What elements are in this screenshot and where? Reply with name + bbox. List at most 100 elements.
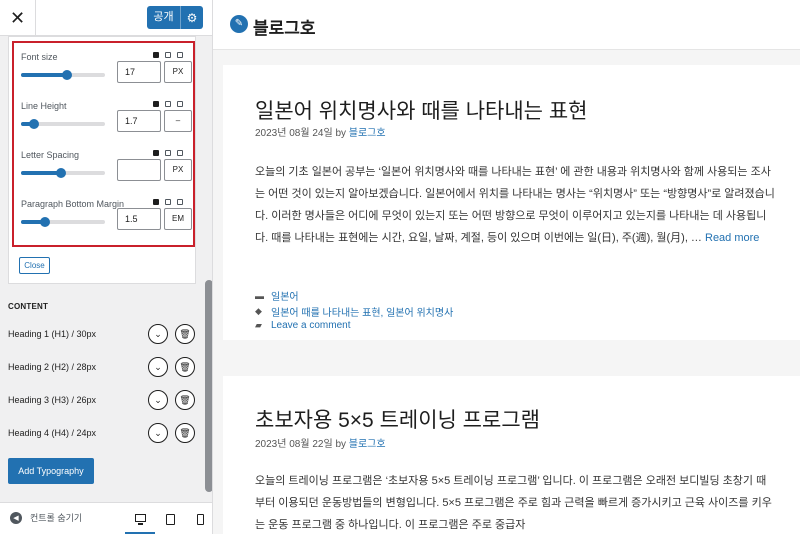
post-by: by <box>335 128 346 139</box>
post-title[interactable]: 일본어 위치명사와 때를 나타내는 표현 <box>255 95 587 125</box>
post-category: ▬ 일본어 <box>255 288 299 304</box>
unit-select[interactable]: PX <box>164 61 192 83</box>
mobile-icon[interactable] <box>177 199 183 205</box>
tablet-icon[interactable] <box>165 101 171 107</box>
post-card: 초보자용 5×5 트레이닝 프로그램 2023년 08월 22일 by 블로그호… <box>223 376 800 534</box>
tablet-icon[interactable] <box>165 52 171 58</box>
trash-icon[interactable]: 🗑 <box>175 423 195 443</box>
post-by: by <box>335 439 346 450</box>
slider-handle[interactable] <box>28 119 39 129</box>
site-header: ✎ 블로그호 <box>213 0 800 50</box>
unit-select[interactable]: PX <box>164 159 192 181</box>
device-switcher[interactable] <box>153 52 183 58</box>
heading-label: Heading 1 (H1) / 30px <box>8 329 97 339</box>
tablet-preview-button[interactable] <box>155 503 185 534</box>
device-switcher[interactable] <box>153 199 183 205</box>
chevron-down-icon[interactable]: ⌄ <box>148 357 168 377</box>
heading-row: Heading 3 (H3) / 26px ⌄ 🗑 <box>8 390 198 412</box>
publish-label[interactable]: 공개 <box>147 6 181 29</box>
letter-spacing-input[interactable] <box>117 159 161 181</box>
chevron-down-icon[interactable]: ⌄ <box>148 324 168 344</box>
excerpt-text: 오늘의 기초 일본어 공부는 ‘일본어 위치명사와 때를 나타내는 표현’ 에 … <box>255 166 775 244</box>
post-author[interactable]: 블로그호 <box>349 439 386 450</box>
font-size-slider[interactable] <box>21 70 105 80</box>
mobile-preview-button[interactable] <box>185 503 212 534</box>
heading-label: Heading 3 (H3) / 26px <box>8 395 97 405</box>
site-preview: ✎ 블로그호 일본어 위치명사와 때를 나타내는 표현 2023년 08월 24… <box>213 0 800 534</box>
post-meta: 2023년 08월 22일 by 블로그호 <box>255 435 386 450</box>
heading-row: Heading 1 (H1) / 30px ⌄ 🗑 <box>8 324 198 346</box>
heading-row: Heading 2 (H2) / 28px ⌄ 🗑 <box>8 357 198 379</box>
desktop-icon[interactable] <box>153 101 159 107</box>
slider-handle[interactable] <box>39 217 50 227</box>
letter-spacing-slider[interactable] <box>21 168 105 178</box>
customizer-sidebar: ✕ 공개 ⚙ Font size 17 PX Line Height 1.7 –… <box>0 0 213 534</box>
post-author[interactable]: 블로그호 <box>349 128 386 139</box>
category-link[interactable]: 일본어 <box>271 288 299 303</box>
add-typography-button[interactable]: Add Typography <box>8 458 94 484</box>
post-excerpt: 오늘의 트레이닝 프로그램은 ‘초보자용 5×5 트레이닝 프로그램’ 입니다.… <box>255 475 772 531</box>
tablet-icon[interactable] <box>165 150 171 156</box>
heading-label: Heading 2 (H2) / 28px <box>8 362 97 372</box>
paragraph-margin-slider[interactable] <box>21 217 105 227</box>
device-switcher[interactable] <box>153 150 183 156</box>
control-label: Letter Spacing <box>21 150 80 160</box>
line-height-slider[interactable] <box>21 119 105 129</box>
post-excerpt: 오늘의 기초 일본어 공부는 ‘일본어 위치명사와 때를 나타내는 표현’ 에 … <box>255 161 775 249</box>
control-label: Font size <box>21 52 58 62</box>
mobile-icon[interactable] <box>177 150 183 156</box>
collapse-arrow-icon[interactable]: ◀ <box>10 511 22 524</box>
hide-controls-button[interactable]: ◀ 컨트롤 숨기기 <box>10 511 82 524</box>
post-meta: 2023년 08월 24일 by 블로그호 <box>255 124 386 139</box>
post-date[interactable]: 2023년 08월 24일 <box>255 128 333 139</box>
publish-button[interactable]: 공개 ⚙ <box>147 6 203 29</box>
chevron-down-icon[interactable]: ⌄ <box>148 390 168 410</box>
device-switcher[interactable] <box>153 101 183 107</box>
control-label: Paragraph Bottom Margin <box>21 199 125 209</box>
font-size-input[interactable]: 17 <box>117 61 161 83</box>
heading-label: Heading 4 (H4) / 24px <box>8 428 97 438</box>
hide-controls-label[interactable]: 컨트롤 숨기기 <box>30 511 82 524</box>
trash-icon[interactable]: 🗑 <box>175 324 195 344</box>
unit-select[interactable]: – <box>164 110 192 132</box>
chevron-down-icon[interactable]: ⌄ <box>148 423 168 443</box>
post-card: 일본어 위치명사와 때를 나타내는 표현 2023년 08월 24일 by 블로… <box>223 65 800 340</box>
edit-pencil-icon[interactable]: ✎ <box>230 15 248 33</box>
tag-icon: ◆ <box>255 306 262 316</box>
read-more-link[interactable]: Read more <box>705 232 759 244</box>
slider-fill <box>21 171 62 175</box>
scrollbar-thumb[interactable] <box>205 280 212 492</box>
paragraph-margin-input[interactable]: 1.5 <box>117 208 161 230</box>
mobile-icon <box>196 513 204 525</box>
desktop-icon[interactable] <box>153 150 159 156</box>
leave-comment-link[interactable]: Leave a comment <box>271 320 351 331</box>
tags-links[interactable]: 일본어 때를 나타내는 표현, 일본어 위치명사 <box>271 304 453 319</box>
slider-fill <box>21 73 68 77</box>
mobile-icon[interactable] <box>177 101 183 107</box>
post-title[interactable]: 초보자용 5×5 트레이닝 프로그램 <box>255 404 540 434</box>
slider-handle[interactable] <box>56 168 67 178</box>
gear-icon[interactable]: ⚙ <box>181 11 203 25</box>
customizer-screen: ✕ 공개 ⚙ Font size 17 PX Line Height 1.7 –… <box>0 0 800 534</box>
highlighted-controls: Font size 17 PX Line Height 1.7 – Letter… <box>12 41 195 247</box>
heading-row: Heading 4 (H4) / 24px ⌄ 🗑 <box>8 423 198 445</box>
control-label: Line Height <box>21 101 67 111</box>
line-height-input[interactable]: 1.7 <box>117 110 161 132</box>
content-section-title: CONTENT <box>8 302 49 311</box>
post-tags: ◆ 일본어 때를 나타내는 표현, 일본어 위치명사 <box>255 304 453 319</box>
close-icon[interactable]: ✕ <box>0 0 36 36</box>
close-button[interactable]: Close <box>19 257 50 274</box>
trash-icon[interactable]: 🗑 <box>175 390 195 410</box>
unit-select[interactable]: EM <box>164 208 192 230</box>
slider-handle[interactable] <box>62 70 73 80</box>
comment-icon: ▰ <box>255 320 262 330</box>
desktop-preview-button[interactable] <box>125 503 155 534</box>
folder-icon: ▬ <box>255 290 264 301</box>
site-title[interactable]: 블로그호 <box>253 14 316 39</box>
desktop-icon[interactable] <box>153 52 159 58</box>
trash-icon[interactable]: 🗑 <box>175 357 195 377</box>
desktop-icon[interactable] <box>153 199 159 205</box>
mobile-icon[interactable] <box>177 52 183 58</box>
post-date[interactable]: 2023년 08월 22일 <box>255 439 333 450</box>
tablet-icon[interactable] <box>165 199 171 205</box>
